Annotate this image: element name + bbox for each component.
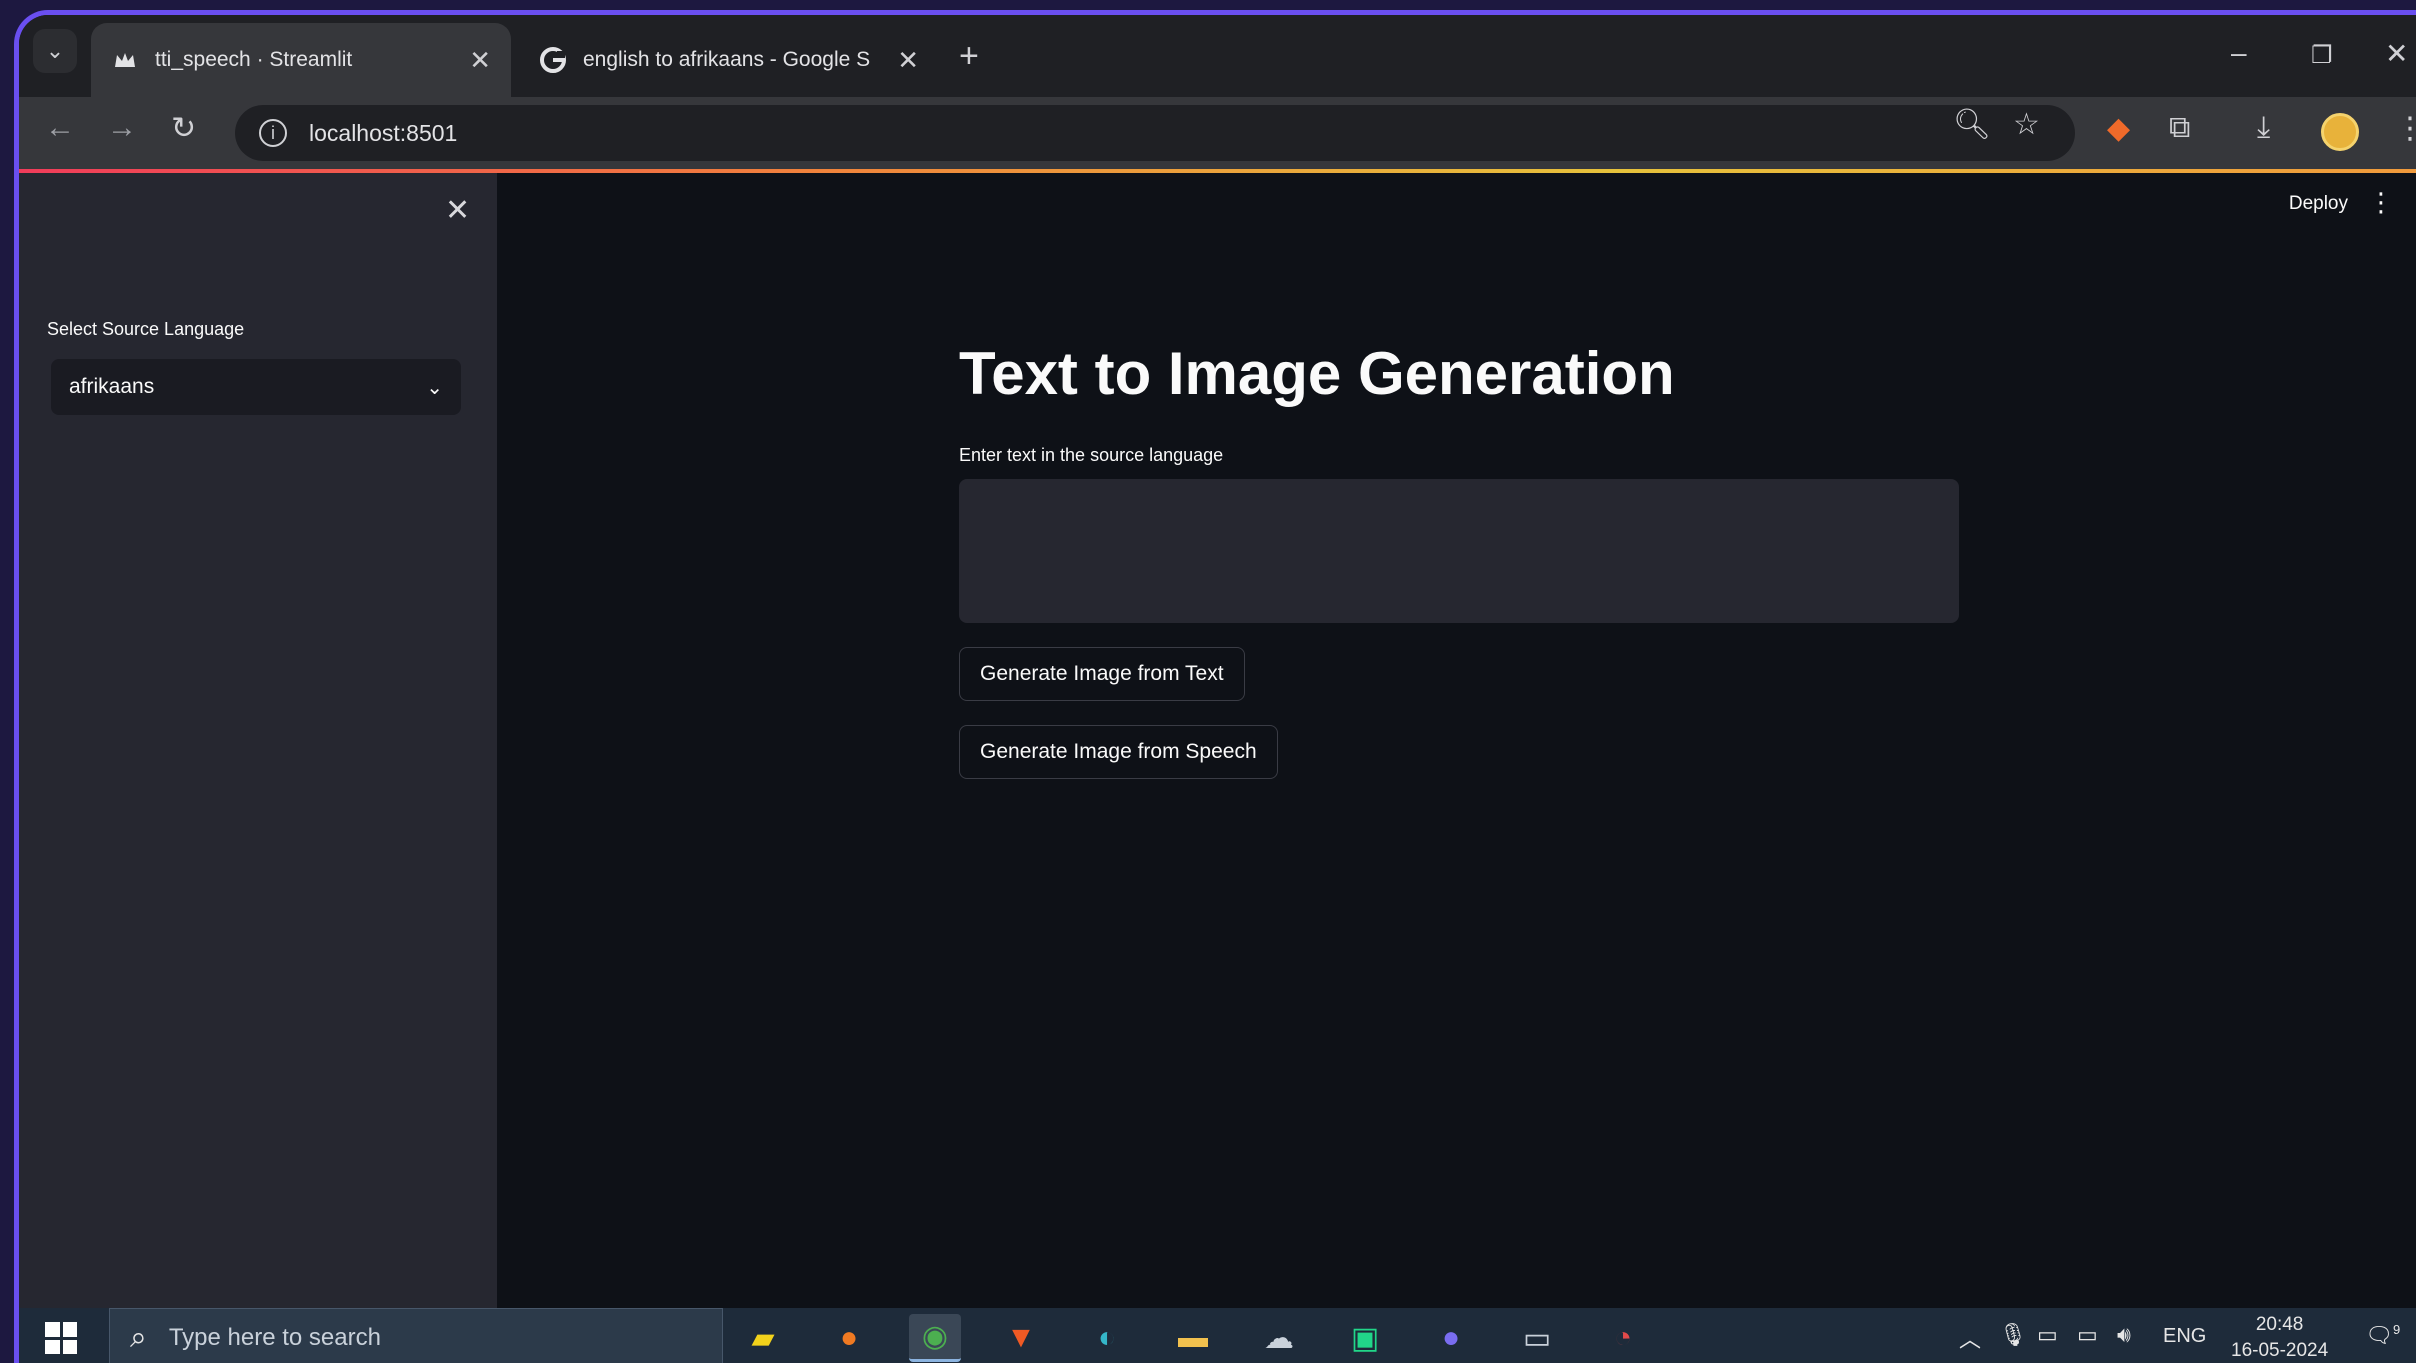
windows-taskbar: ⌕ Type here to search ▰ ● ◉ ▼ ◐ ▬ ☁ ▣ ● … (19, 1308, 2416, 1363)
zoom-icon[interactable]: 🔍︎ (1953, 107, 1991, 142)
tab-google-search[interactable]: english to afrikaans - Google S ✕ (519, 23, 939, 97)
forward-arrow-icon[interactable]: → (107, 111, 137, 145)
search-placeholder: Type here to search (168, 1324, 381, 1351)
bookmark-star-icon[interactable]: ☆ (2013, 107, 2040, 142)
battery-icon[interactable]: ▭ (2077, 1322, 2098, 1348)
url-text: localhost:8501 (309, 119, 458, 146)
sidebar: ✕ Select Source Language afrikaans ⌄ (19, 173, 497, 1308)
download-icon[interactable]: ⤓ (2257, 111, 2270, 145)
clock-date: 16-05-2024 (2231, 1340, 2329, 1361)
generate-from-speech-button[interactable]: Generate Image from Speech (959, 725, 1278, 779)
edge-icon[interactable]: ◐ (1081, 1314, 1133, 1362)
extensions-puzzle-icon[interactable]: ⧉ (2169, 111, 2190, 145)
input-language[interactable]: ENG (2163, 1325, 2206, 1348)
discord-icon[interactable]: ● (1425, 1314, 1477, 1362)
address-bar[interactable]: i localhost:8501 (235, 105, 2075, 161)
language-select-label: Select Source Language (47, 319, 245, 339)
tray-expand-icon[interactable]: ︿ (1959, 1322, 1981, 1354)
browser-menu-icon[interactable]: ⋮ (2395, 111, 2416, 146)
tab-title: english to afrikaans - Google S (583, 48, 871, 71)
browser-toolbar: ← → ↻ i localhost:8501 🔍︎ ☆ ◆ ⧉ ⤓ ⋮ (19, 97, 2416, 169)
close-tab-icon[interactable]: ✕ (469, 45, 491, 76)
close-sidebar-icon[interactable]: ✕ (445, 193, 470, 228)
notification-count: 9 (2392, 1322, 2401, 1337)
deploy-button[interactable]: Deploy (2289, 193, 2348, 215)
microphone-icon[interactable]: 🎙︎ (1999, 1322, 2027, 1348)
notifications-icon[interactable]: 🗨︎9 (2365, 1322, 2400, 1348)
minimize-icon[interactable]: – (2231, 37, 2247, 69)
streamlit-crown-icon (111, 46, 139, 74)
new-tab-icon[interactable]: + (959, 37, 979, 76)
back-arrow-icon[interactable]: ← (45, 111, 75, 145)
source-language-select[interactable]: afrikaans ⌄ (51, 359, 461, 415)
page-title: Text to Image Generation (959, 340, 1675, 407)
system-clock[interactable]: 20:48 16-05-2024 (2231, 1312, 2328, 1363)
app-menu-icon[interactable]: ⋮ (2368, 187, 2394, 218)
browser-tab-strip: ⌄ tti_speech · Streamlit ✕ english to af… (19, 15, 2416, 97)
clock-time: 20:48 (2255, 1314, 2304, 1335)
chevron-down-icon: ⌄ (426, 376, 443, 399)
site-info-icon[interactable]: i (259, 119, 287, 147)
volume-icon[interactable]: 🔊︎ (2117, 1322, 2131, 1348)
brave-extension-icon[interactable]: ◆ (2107, 111, 2130, 146)
file-explorer-icon[interactable]: ▬ (1167, 1314, 1219, 1362)
network-icon[interactable]: ▭ (2037, 1322, 2058, 1348)
windows-start-icon[interactable] (45, 1322, 77, 1354)
restore-icon[interactable]: ❐ (2311, 41, 2333, 70)
brave-icon[interactable]: ▼ (995, 1314, 1047, 1362)
reload-icon[interactable]: ↻ (171, 111, 196, 146)
source-text-input[interactable] (959, 479, 1959, 623)
tab-search-button[interactable]: ⌄ (33, 29, 77, 73)
tab-streamlit[interactable]: tti_speech · Streamlit ✕ (91, 23, 511, 97)
pycharm-icon[interactable]: ▣ (1339, 1314, 1391, 1362)
taskbar-search-box[interactable]: ⌕ Type here to search (109, 1308, 723, 1363)
cloud-app-icon[interactable]: ☁ (1253, 1314, 1305, 1362)
tab-title: tti_speech · Streamlit (155, 48, 353, 71)
google-g-icon (539, 46, 567, 74)
chrome-icon[interactable]: ◉ (909, 1314, 961, 1362)
firefox-icon[interactable]: ● (823, 1314, 875, 1362)
terminal-icon[interactable]: ▭ (1511, 1314, 1563, 1362)
close-window-icon[interactable]: ✕ (2385, 37, 2408, 70)
text-input-label: Enter text in the source language (959, 445, 1224, 465)
selected-language: afrikaans (69, 375, 155, 398)
recorder-icon[interactable]: ◔ (1597, 1314, 1649, 1362)
screen-frame: ⌄ tti_speech · Streamlit ✕ english to af… (14, 10, 2416, 1363)
generate-from-text-button[interactable]: Generate Image from Text (959, 647, 1245, 701)
profile-avatar[interactable] (2321, 113, 2359, 151)
main-content: Deploy ⋮ Text to Image Generation Enter … (497, 173, 2416, 1308)
chevron-down-icon: ⌄ (45, 38, 65, 63)
close-tab-icon[interactable]: ✕ (897, 45, 919, 76)
search-icon: ⌕ (130, 1321, 147, 1354)
sticky-notes-icon[interactable]: ▰ (737, 1314, 789, 1362)
